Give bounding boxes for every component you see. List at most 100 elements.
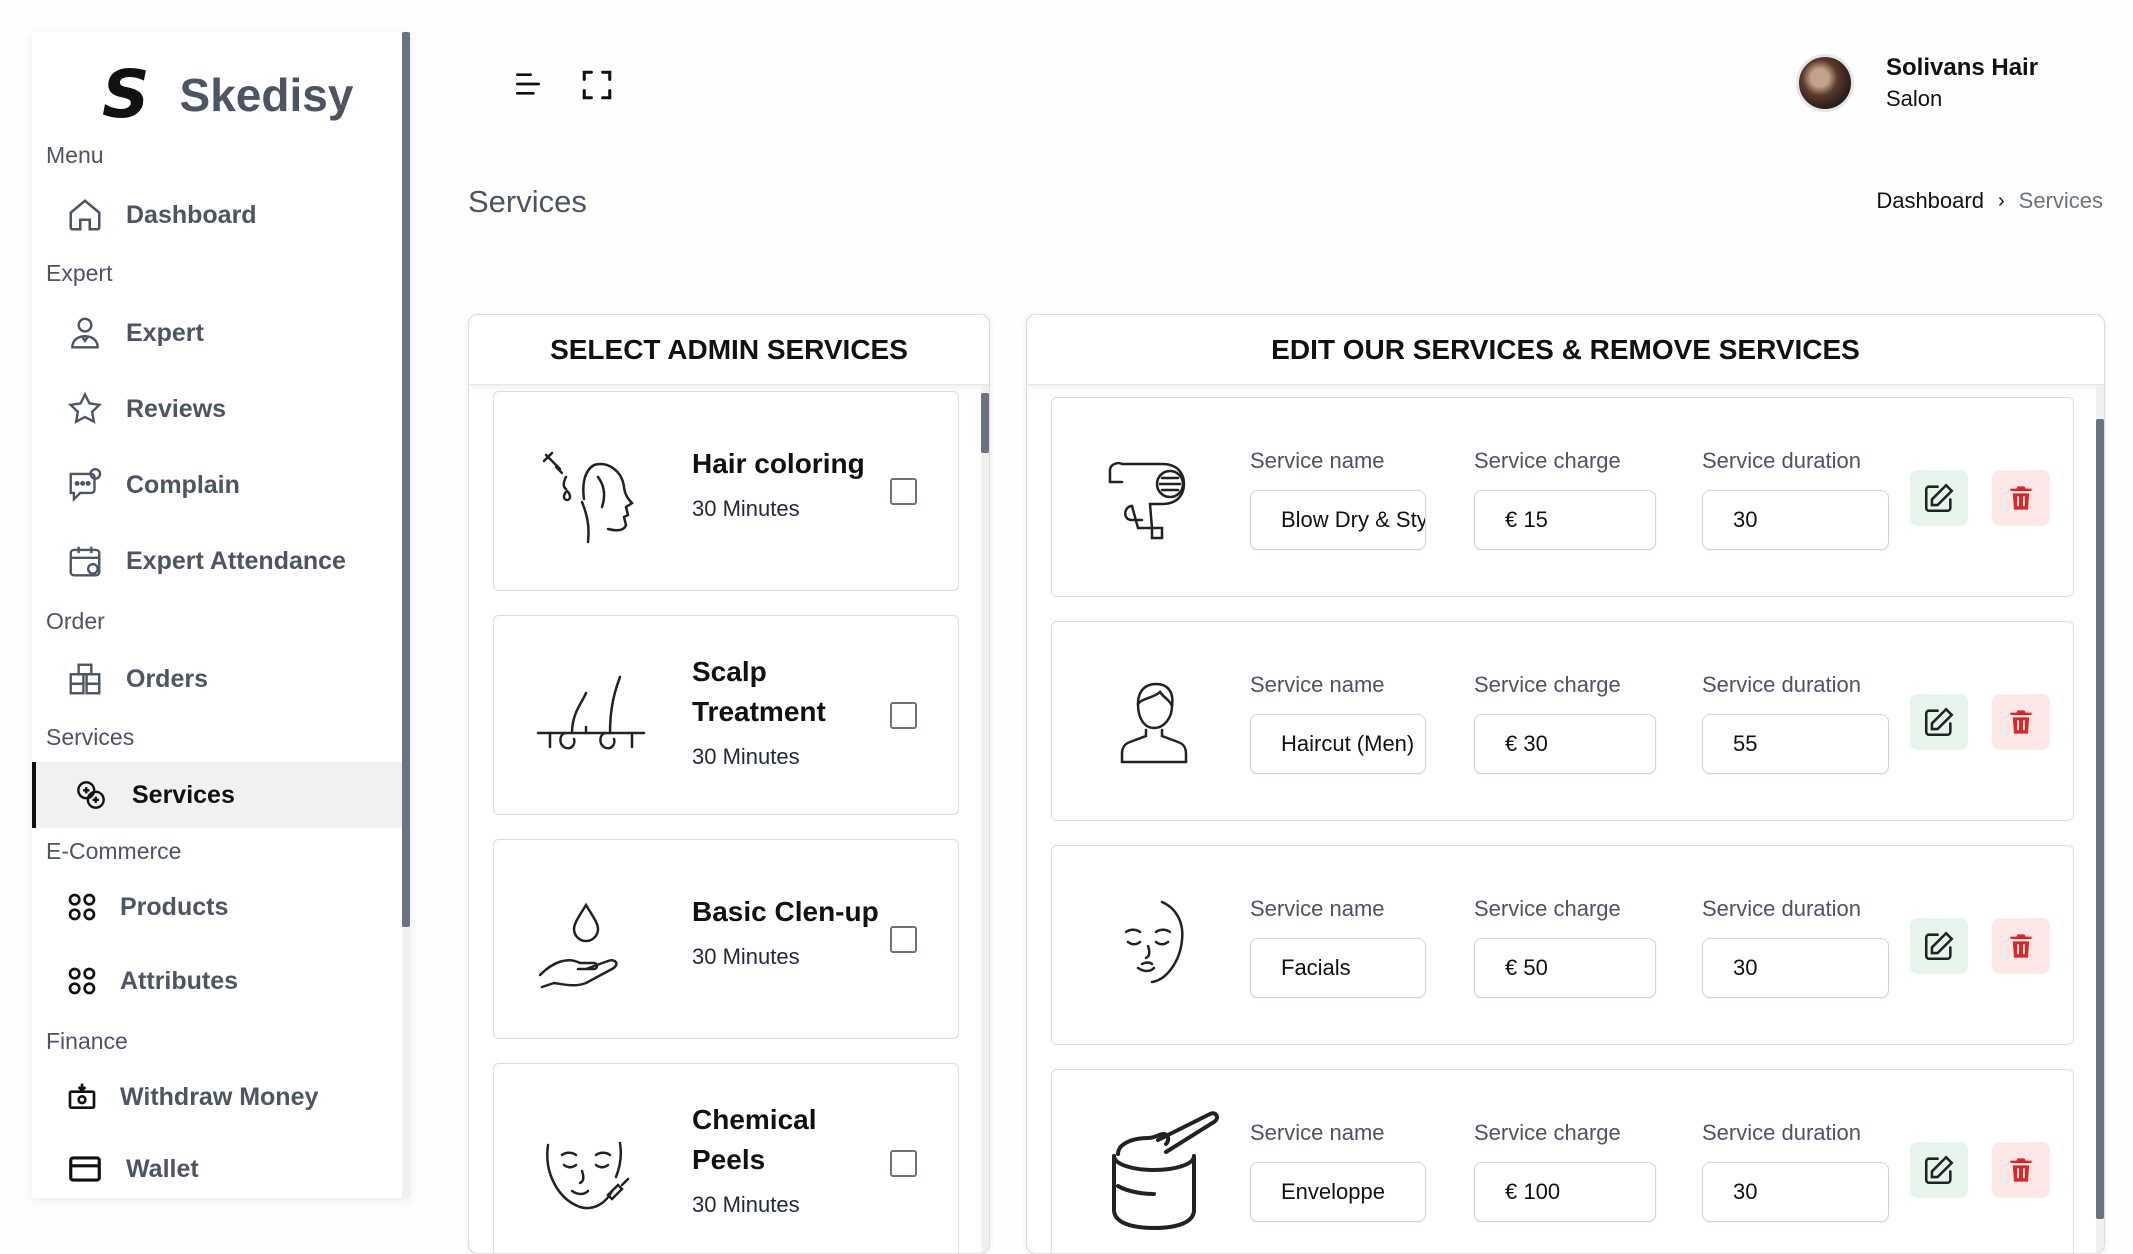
section-menu: Menu [46, 142, 104, 168]
service-name-input[interactable]: Facials [1250, 938, 1426, 998]
logo-mark: S [102, 56, 150, 133]
sidebar-item-attributes[interactable]: Attributes [32, 948, 402, 1014]
services-icon [77, 781, 105, 809]
sidebar: S Skedisy Menu Dashboard Expert Expert R… [32, 32, 410, 1198]
service-checkbox[interactable] [890, 478, 917, 505]
service-name-input[interactable]: Enveloppe [1250, 1162, 1426, 1222]
sidebar-item-wallet[interactable]: Wallet [32, 1136, 402, 1198]
service-duration-input[interactable]: 55 [1702, 714, 1889, 774]
service-charge-group: Service charge € 100 [1474, 1120, 1656, 1222]
delete-button[interactable] [1992, 1142, 2050, 1198]
section-ecommerce: E-Commerce [46, 838, 182, 864]
service-name-input[interactable]: Blow Dry & Style [1250, 490, 1426, 550]
grid-icon [68, 967, 96, 995]
edit-icon [1924, 931, 1954, 961]
section-order: Order [46, 608, 105, 634]
edit-button[interactable] [1910, 694, 1968, 750]
face-peel-icon [546, 1141, 630, 1210]
service-charge-label: Service charge [1474, 1120, 1621, 1145]
hand-drop-icon [538, 902, 618, 989]
trash-icon [2010, 934, 2032, 958]
service-name-group: Service name Facials [1250, 896, 1426, 998]
user-profile[interactable]: Solivans Hair Salon [1796, 54, 2038, 112]
service-charge-input[interactable]: € 50 [1474, 938, 1656, 998]
avatar [1796, 54, 1854, 112]
sidebar-item-label: Withdraw Money [120, 1082, 319, 1111]
service-charge-label: Service charge [1474, 672, 1621, 697]
service-name: Chemical Peels [692, 1104, 817, 1175]
service-charge-label: Service charge [1474, 896, 1621, 921]
sidebar-item-label: Reviews [126, 394, 227, 423]
sidebar-scrollbar[interactable] [402, 32, 410, 1198]
service-name-group: Service name Blow Dry & Style [1250, 448, 1426, 550]
delete-button[interactable] [1992, 918, 2050, 974]
admin-services-panel: SELECT ADMIN SERVICES Hair coloring 30 M… [468, 314, 990, 1254]
sidebar-item-reviews[interactable]: Reviews [32, 376, 402, 442]
service-name-group: Service name Haircut (Men) [1250, 672, 1426, 774]
menu-toggle-icon[interactable] [512, 68, 544, 100]
panel-scroll-thumb[interactable] [2096, 419, 2104, 1219]
chat-icon [69, 467, 102, 503]
service-charge-label: Service charge [1474, 448, 1621, 473]
service-duration-input[interactable]: 30 [1702, 490, 1889, 550]
service-name: Basic Clen-up [692, 896, 879, 927]
breadcrumb-dashboard[interactable]: Dashboard [1876, 188, 1984, 214]
panel-scrollbar[interactable] [2096, 385, 2104, 1253]
service-duration-group: Service duration 30 [1702, 896, 1889, 998]
service-charge-input[interactable]: € 30 [1474, 714, 1656, 774]
boxes-icon [69, 663, 101, 695]
service-charge-input[interactable]: € 15 [1474, 490, 1656, 550]
sidebar-item-label: Orders [126, 664, 208, 693]
sidebar-item-expert[interactable]: Expert [32, 300, 402, 366]
sidebar-scroll-thumb[interactable] [402, 32, 410, 927]
edit-button[interactable] [1910, 1142, 1968, 1198]
face-icon [1124, 900, 1184, 984]
sidebar-item-dashboard[interactable]: Dashboard [32, 182, 402, 248]
service-charge-input[interactable]: € 100 [1474, 1162, 1656, 1222]
delete-button[interactable] [1992, 694, 2050, 750]
service-duration-group: Service duration 30 [1702, 1120, 1889, 1222]
breadcrumb: Dashboard › Services [1876, 188, 2103, 214]
sidebar-item-complain[interactable]: Complain [32, 452, 402, 518]
service-name-input[interactable]: Haircut (Men) [1250, 714, 1426, 774]
edit-service-card: Service name Enveloppe Service charge € … [1051, 1069, 2074, 1253]
service-checkbox[interactable] [890, 1150, 917, 1177]
home-icon [69, 199, 101, 231]
edit-button[interactable] [1910, 918, 1968, 974]
edit-icon [1924, 707, 1954, 737]
panel-scrollbar[interactable] [981, 385, 989, 1253]
service-duration-label: Service duration [1702, 896, 1861, 921]
service-duration-group: Service duration 30 [1702, 448, 1889, 550]
sidebar-item-orders[interactable]: Orders [32, 646, 402, 712]
service-name: Scalp Treatment [692, 656, 826, 727]
edit-button[interactable] [1910, 470, 1968, 526]
edit-service-card: Service name Blow Dry & Style Service ch… [1051, 397, 2074, 597]
service-checkbox[interactable] [890, 702, 917, 729]
profile-name: Solivans Hair [1886, 54, 2039, 81]
service-duration-input[interactable]: 30 [1702, 938, 1889, 998]
fullscreen-icon[interactable] [580, 68, 614, 102]
edit-service-card: Service name Facials Service charge € 50… [1051, 845, 2074, 1045]
panel-scroll-thumb[interactable] [981, 393, 989, 453]
edit-icon [1924, 1155, 1954, 1185]
service-charge-group: Service charge € 15 [1474, 448, 1656, 550]
admin-service-card: Scalp Treatment 30 Minutes [493, 615, 959, 815]
service-duration-label: Service duration [1702, 672, 1861, 697]
panel-title: SELECT ADMIN SERVICES [469, 315, 989, 385]
sidebar-item-withdraw-money[interactable]: Withdraw Money [32, 1064, 402, 1130]
sidebar-item-products[interactable]: Products [32, 874, 402, 940]
sidebar-item-services[interactable]: Services [32, 762, 402, 828]
service-name: Hair coloring [692, 448, 865, 479]
delete-button[interactable] [1992, 470, 2050, 526]
service-name-label: Service name [1250, 672, 1385, 697]
sidebar-item-label: Services [132, 780, 235, 809]
service-charge-group: Service charge € 30 [1474, 672, 1656, 774]
service-name-label: Service name [1250, 896, 1385, 921]
section-services: Services [46, 724, 135, 750]
admin-service-card: Chemical Peels 30 Minutes [493, 1063, 959, 1253]
service-checkbox[interactable] [890, 926, 917, 953]
sidebar-item-label: Wallet [126, 1154, 199, 1183]
brand-logo[interactable]: S Skedisy [102, 56, 353, 133]
sidebar-item-expert-attendance[interactable]: Expert Attendance [32, 528, 402, 594]
service-duration-input[interactable]: 30 [1702, 1162, 1889, 1222]
